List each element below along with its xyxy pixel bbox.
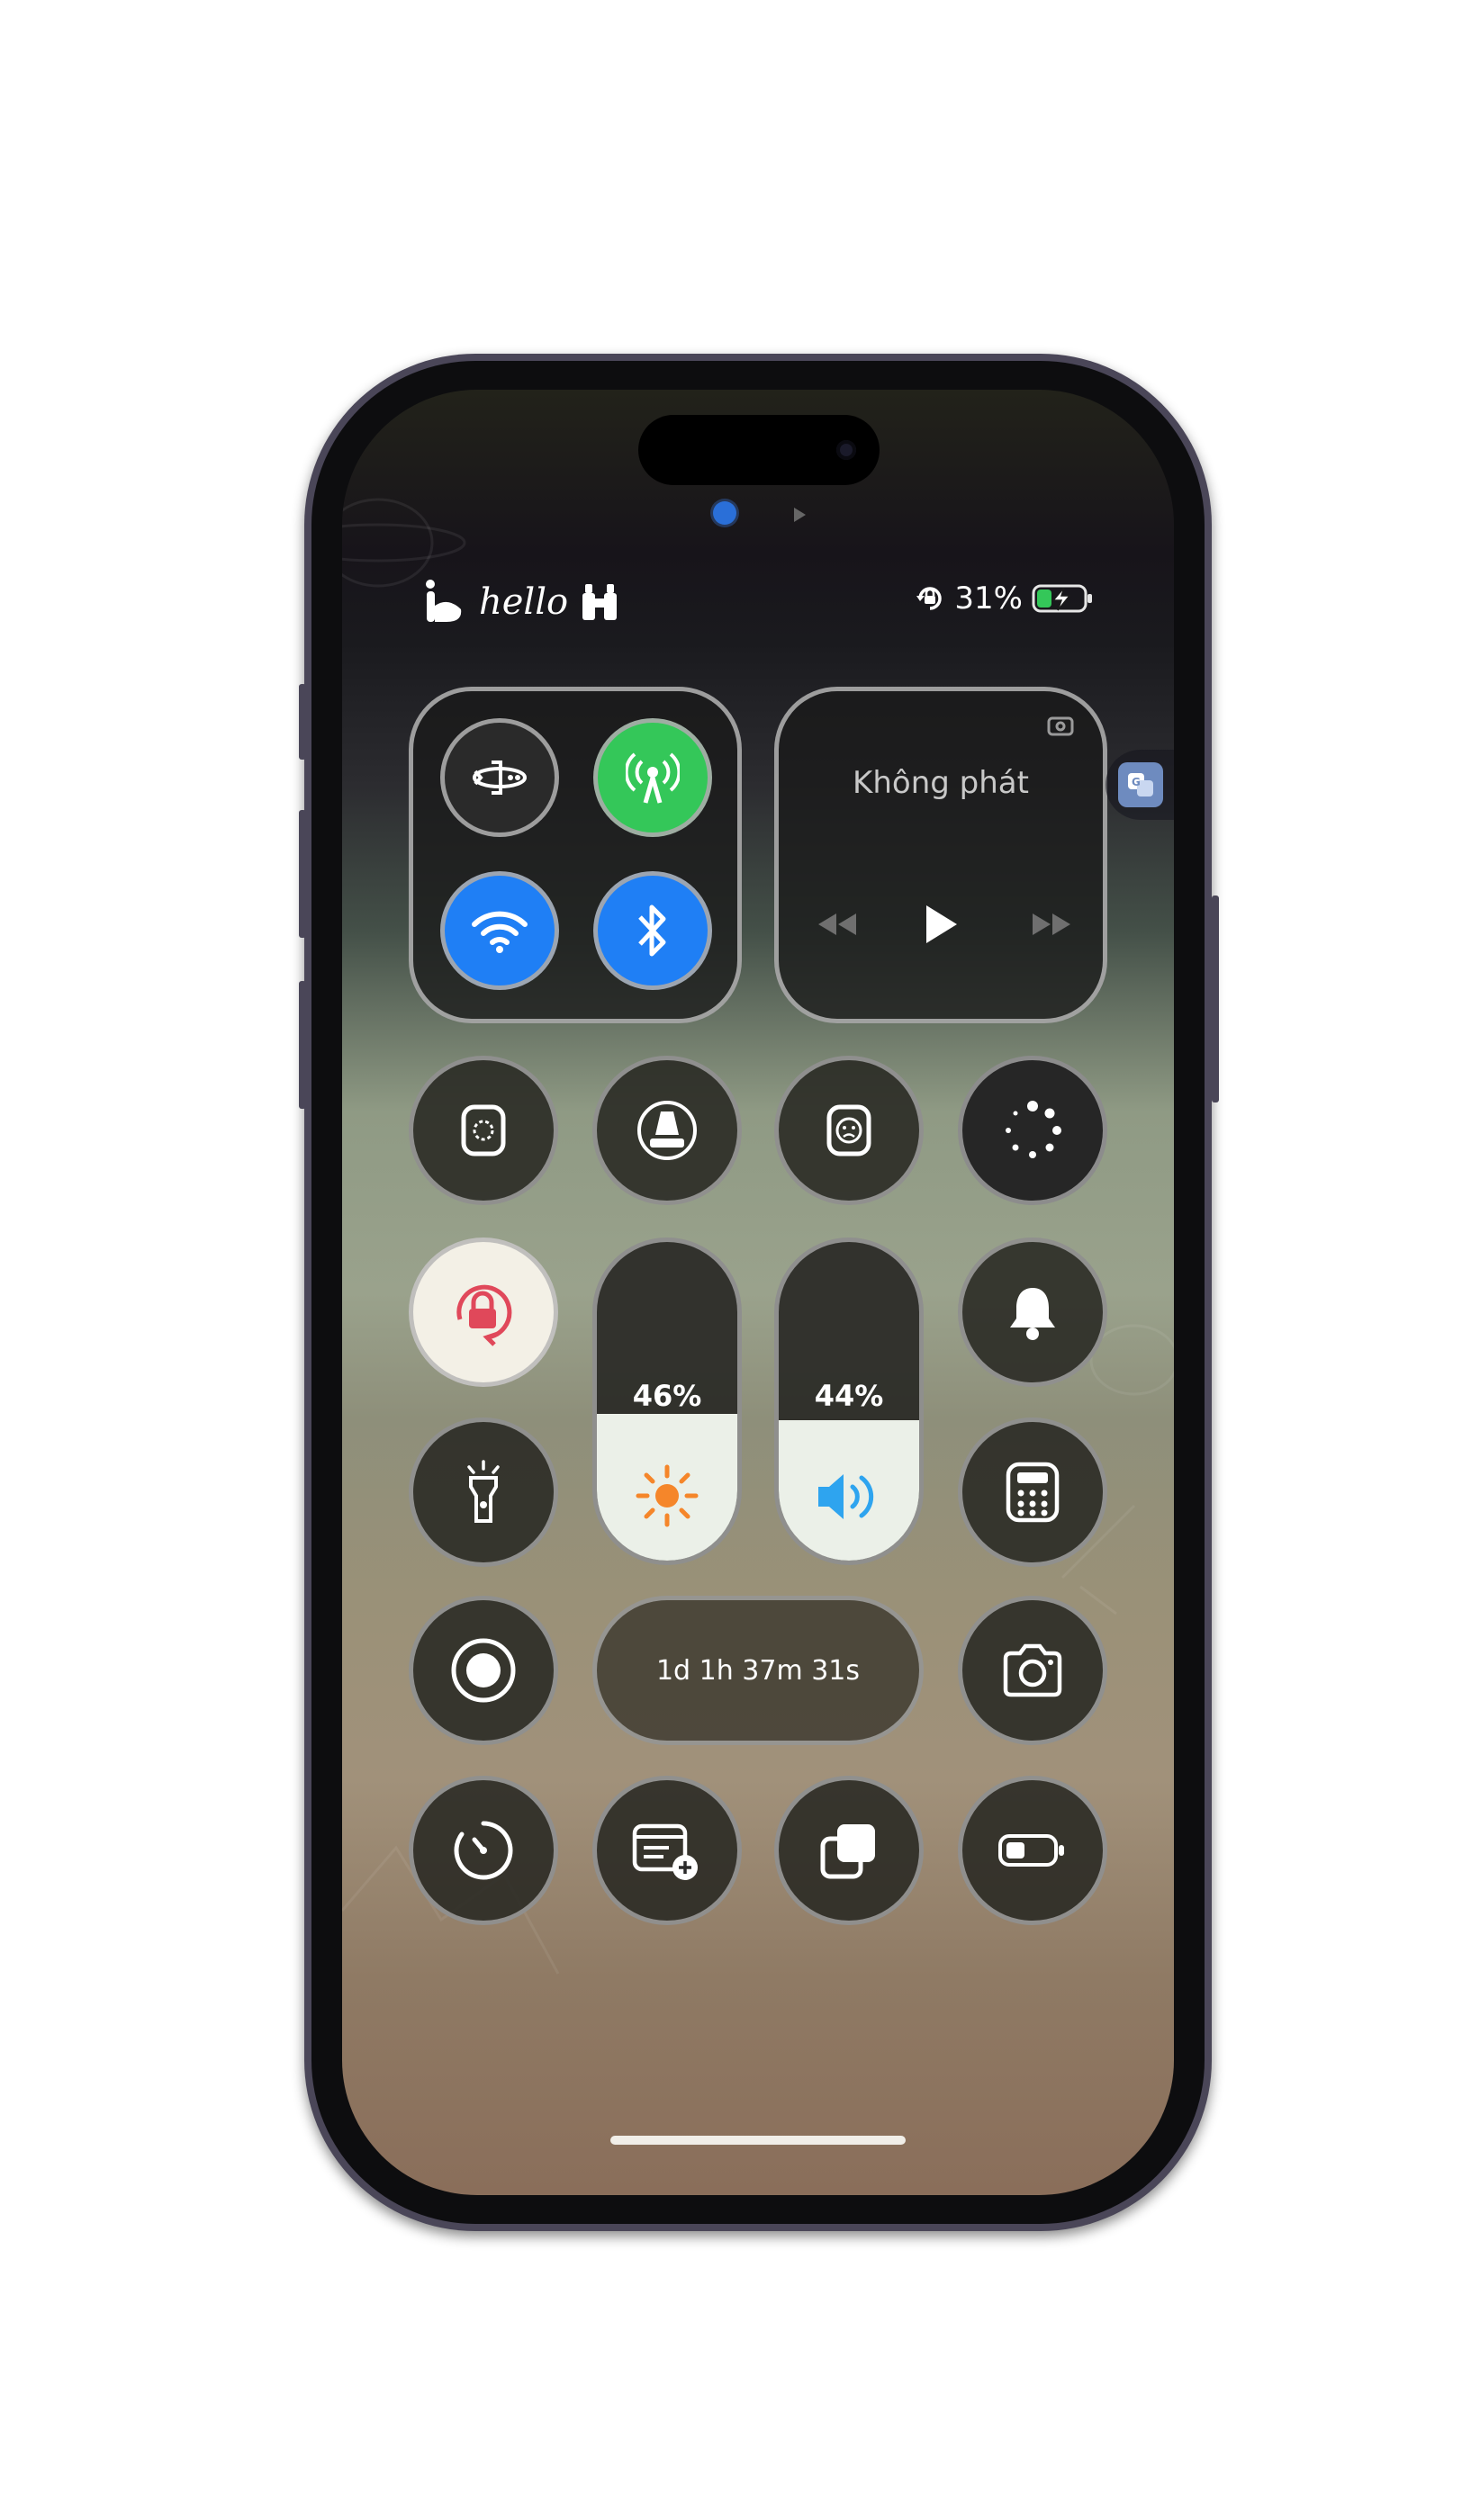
- profile-glyph-icon: [426, 580, 462, 622]
- timer-display[interactable]: 1d 1h 37m 31s: [592, 1596, 924, 1745]
- bluetooth-icon: [638, 904, 666, 957]
- translate-side-tab[interactable]: G: [1106, 750, 1174, 820]
- sun-icon: [636, 1464, 699, 1527]
- airplane-icon: [473, 760, 527, 795]
- play-icon[interactable]: [923, 904, 959, 945]
- airplane-mode-button[interactable]: [440, 718, 559, 837]
- cellular-data-button[interactable]: [593, 718, 712, 837]
- timer-button[interactable]: [409, 1776, 558, 1925]
- battery-percent: 31%: [954, 580, 1023, 616]
- loading-spinner-button[interactable]: [958, 1056, 1107, 1205]
- control-center-screen: hello 31% Không phát G 46% 44% 1d 1h 37m…: [342, 390, 1174, 2195]
- battery-low-icon: [998, 1834, 1064, 1867]
- volume-percent: 44%: [814, 1379, 884, 1413]
- wifi-icon: [472, 911, 528, 953]
- silent-mode-button[interactable]: [958, 1238, 1107, 1387]
- speaker-icon: [818, 1474, 874, 1519]
- focus-mode-button[interactable]: [592, 1056, 742, 1205]
- rotation-lock-button[interactable]: [409, 1238, 558, 1387]
- face-watch-icon: [826, 1104, 871, 1156]
- screen-mirroring-icon: [820, 1824, 875, 1879]
- battery-charging-icon: [1032, 584, 1092, 613]
- home-indicator[interactable]: [610, 2136, 906, 2145]
- calculator-icon: [1006, 1462, 1060, 1523]
- brightness-slider[interactable]: 46%: [592, 1238, 742, 1565]
- timer-text: 1d 1h 37m 31s: [655, 1654, 861, 1687]
- wifi-button[interactable]: [440, 871, 559, 990]
- low-power-mode-button[interactable]: [958, 1776, 1107, 1925]
- action-button: [299, 684, 306, 760]
- next-track-icon[interactable]: [1031, 911, 1072, 938]
- volume-down-button: [299, 981, 306, 1109]
- greeting-text: hello: [479, 581, 569, 623]
- screen-recording-button[interactable]: [409, 1596, 558, 1745]
- airplay-icon[interactable]: [1047, 715, 1074, 738]
- camera-button[interactable]: [958, 1596, 1107, 1745]
- note-add-icon: [632, 1823, 698, 1880]
- dynamic-island: [638, 415, 880, 485]
- volume-slider[interactable]: 44%: [774, 1238, 924, 1565]
- connectivity-module: [409, 687, 742, 1023]
- bell-icon: [1010, 1288, 1055, 1340]
- antenna-icon: [626, 752, 680, 804]
- brightness-percent: 46%: [632, 1379, 702, 1413]
- lamp-icon: [637, 1101, 697, 1160]
- telegram-indicator-icon: [713, 501, 736, 525]
- flashlight-button[interactable]: [409, 1418, 558, 1567]
- watch-icon: [461, 1104, 506, 1156]
- binoculars-icon: [582, 584, 618, 620]
- face-watch-button[interactable]: [774, 1056, 924, 1205]
- status-right: 31%: [915, 580, 1095, 616]
- rotation-lock-icon: [456, 1284, 512, 1346]
- now-playing-label: Không phát: [853, 765, 1029, 801]
- screen-record-watch-button[interactable]: [409, 1056, 558, 1205]
- translate-icon: G: [1118, 762, 1163, 807]
- svg-text:G: G: [1132, 776, 1141, 788]
- power-button: [1212, 896, 1219, 1102]
- calculator-button[interactable]: [958, 1418, 1107, 1567]
- flashlight-icon: [467, 1460, 500, 1523]
- play-indicator-icon: [794, 508, 806, 522]
- previous-track-icon[interactable]: [817, 911, 858, 938]
- screen-mirroring-button[interactable]: [774, 1776, 924, 1925]
- spinner-icon: [1006, 1101, 1061, 1158]
- media-module[interactable]: Không phát: [774, 687, 1107, 1023]
- bluetooth-button[interactable]: [593, 871, 712, 990]
- volume-up-button: [299, 810, 306, 938]
- timer-icon: [454, 1821, 513, 1880]
- camera-icon: [1003, 1643, 1062, 1697]
- record-icon: [451, 1638, 516, 1703]
- orientation-lock-icon: [916, 587, 943, 610]
- quick-note-button[interactable]: [592, 1776, 742, 1925]
- status-left: hello: [421, 579, 618, 626]
- front-camera: [836, 440, 856, 460]
